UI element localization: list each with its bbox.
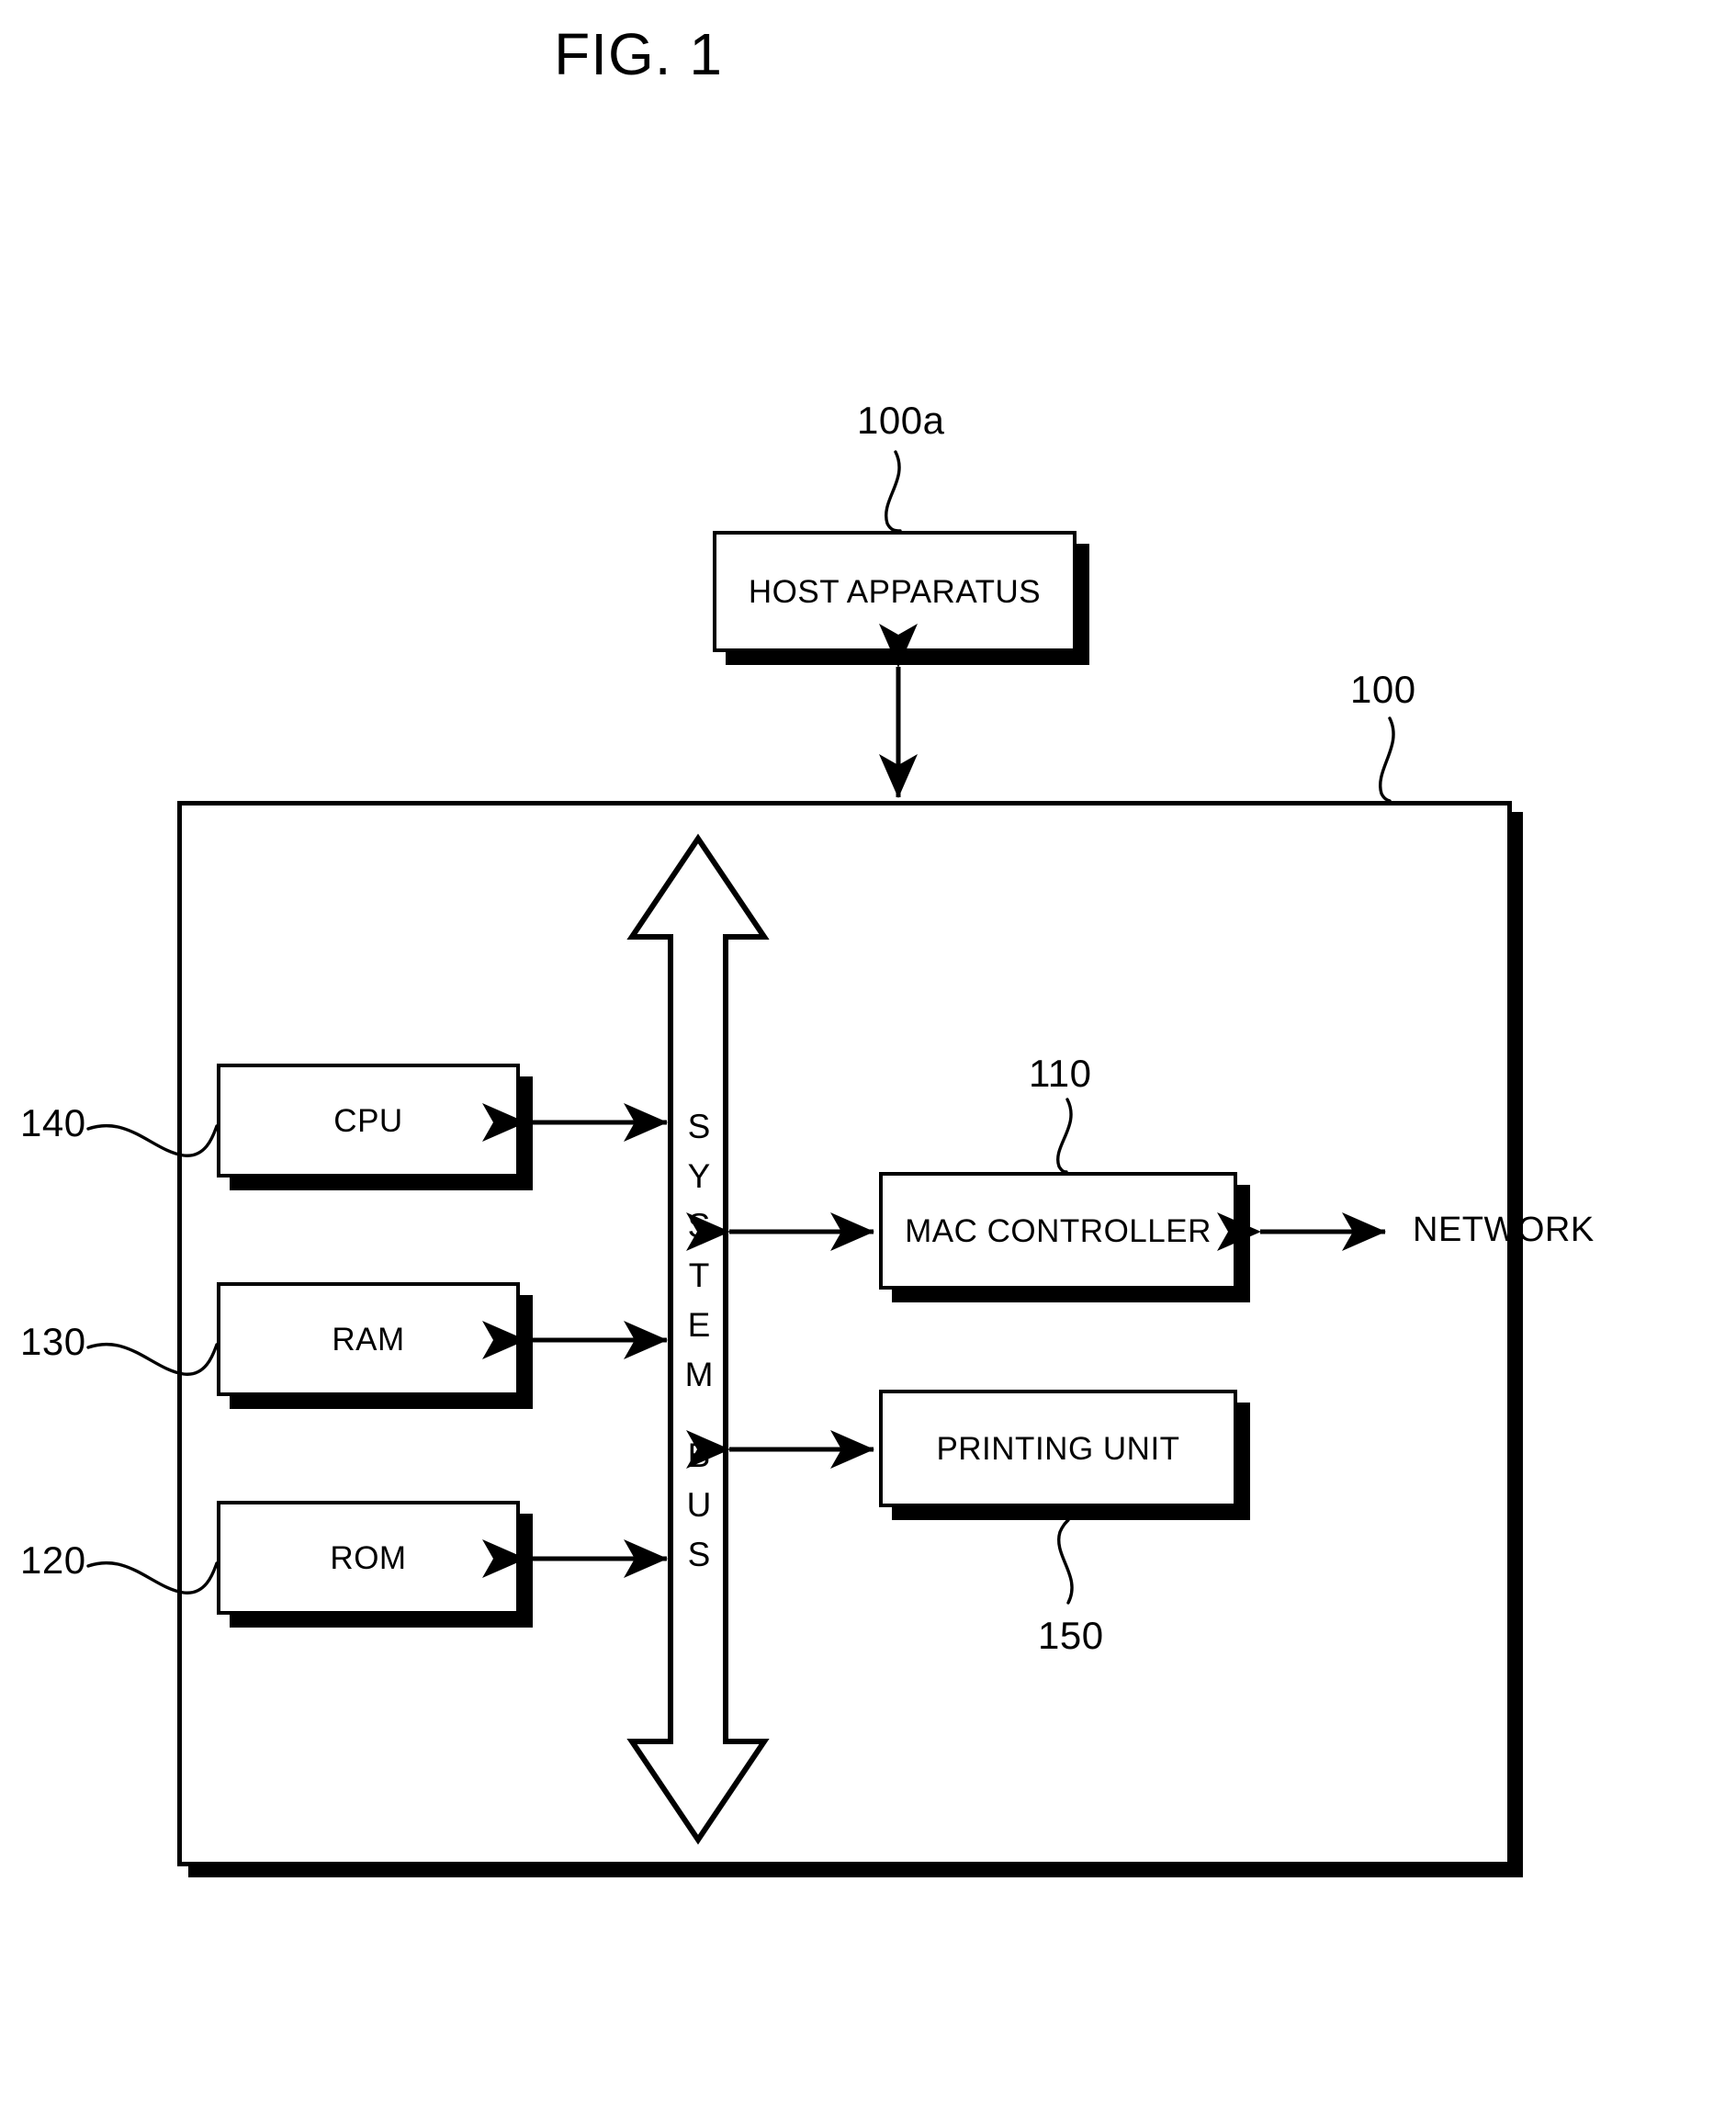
- patent-figure: FIG. 1 S Y S T E M B U S HOST APPARATUS …: [0, 0, 1736, 2107]
- ram-box[interactable]: RAM: [217, 1282, 520, 1396]
- host-apparatus-box[interactable]: HOST APPARATUS: [713, 531, 1077, 652]
- mac-controller-label: MAC CONTROLLER: [905, 1212, 1212, 1249]
- bus-letter: Y: [687, 1157, 711, 1195]
- rom-box[interactable]: ROM: [217, 1501, 520, 1615]
- bus-letter: S: [687, 1536, 711, 1573]
- ref-110: 110: [1029, 1052, 1092, 1095]
- system-bus-label: S Y S T E M B U S: [675, 1110, 723, 1587]
- network-label: NETWORK: [1413, 1211, 1595, 1249]
- bus-letter: U: [686, 1486, 712, 1524]
- bus-letter: M: [684, 1356, 714, 1393]
- ram-label: RAM: [332, 1321, 405, 1358]
- ref-140: 140: [20, 1101, 86, 1144]
- ref-100a: 100a: [857, 399, 945, 442]
- bus-letter: B: [687, 1437, 711, 1474]
- ref-120: 120: [20, 1538, 86, 1582]
- printing-unit-label: PRINTING UNIT: [936, 1430, 1180, 1467]
- bus-letter: S: [687, 1108, 711, 1145]
- bus-letter: S: [687, 1207, 711, 1245]
- mac-controller-box[interactable]: MAC CONTROLLER: [879, 1172, 1237, 1290]
- bus-letter-gap: [675, 1407, 723, 1438]
- leader-100: [1379, 716, 1395, 803]
- bus-letter: E: [687, 1306, 711, 1344]
- bus-letter: T: [688, 1256, 710, 1294]
- leader-100a: [885, 450, 902, 533]
- printing-unit-box[interactable]: PRINTING UNIT: [879, 1390, 1237, 1507]
- ref-150: 150: [1038, 1614, 1104, 1657]
- host-apparatus-label: HOST APPARATUS: [748, 573, 1042, 610]
- ref-100: 100: [1350, 668, 1416, 711]
- rom-label: ROM: [330, 1539, 407, 1576]
- figure-title: FIG. 1: [554, 21, 723, 87]
- cpu-label: CPU: [333, 1102, 403, 1139]
- ref-130: 130: [20, 1320, 86, 1363]
- cpu-box[interactable]: CPU: [217, 1064, 520, 1177]
